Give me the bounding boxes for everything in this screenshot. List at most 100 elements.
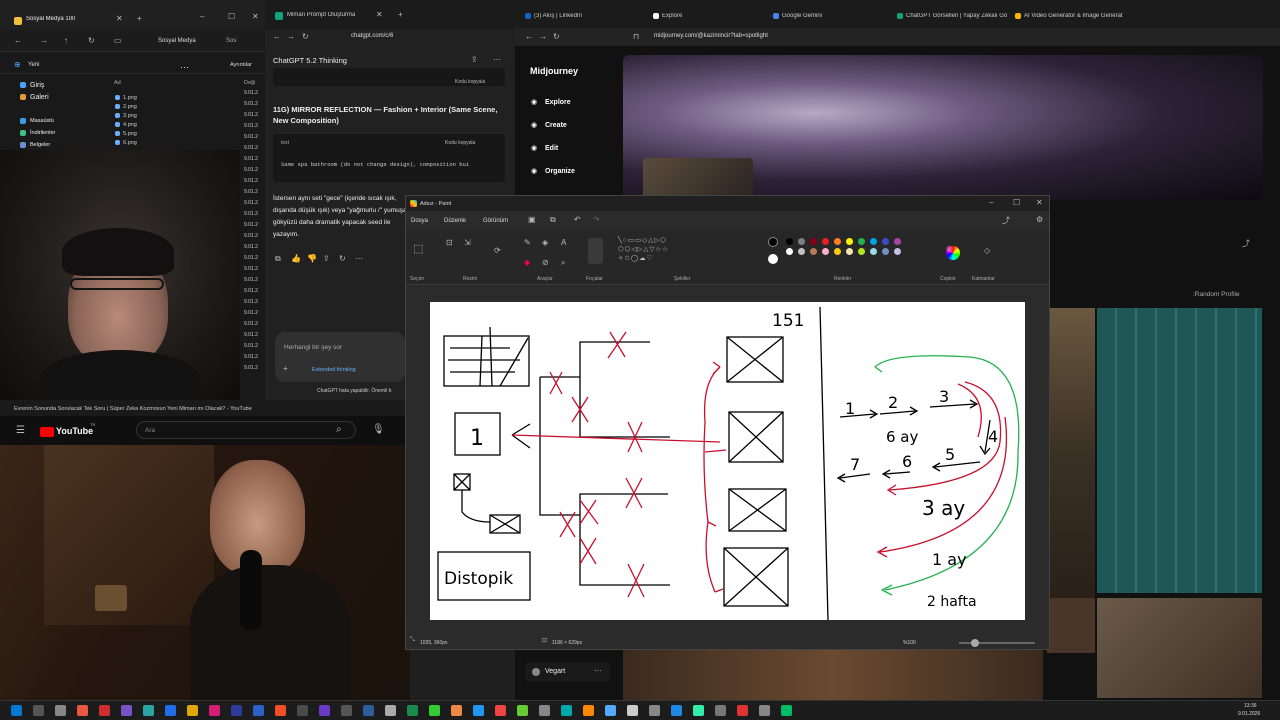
save-icon[interactable]: ▣: [528, 215, 536, 224]
taskbar-app-icon[interactable]: [231, 705, 242, 716]
back-icon[interactable]: ←: [14, 36, 22, 45]
forward-icon[interactable]: →: [539, 32, 547, 41]
color-swatch[interactable]: [882, 248, 889, 255]
search-input[interactable]: Sos: [226, 38, 236, 44]
taskbar-app-icon[interactable]: [429, 705, 440, 716]
column-name-header[interactable]: Ad: [114, 80, 121, 86]
taskbar-app-icon[interactable]: [407, 705, 418, 716]
prompt-box[interactable]: [275, 332, 405, 382]
back-icon[interactable]: ←: [525, 32, 533, 41]
back-icon[interactable]: ←: [273, 32, 281, 41]
search-box[interactable]: [136, 421, 356, 439]
browser-tab[interactable]: (3) Akış | LinkedIn: [534, 13, 644, 27]
taskbar-app-icon[interactable]: [715, 705, 726, 716]
forward-icon[interactable]: →: [287, 32, 295, 41]
gallery-image-interior[interactable]: [623, 650, 1043, 700]
taskbar-app-icon[interactable]: [55, 705, 66, 716]
taskbar-app-icon[interactable]: [539, 705, 550, 716]
taskbar-app-icon[interactable]: [517, 705, 528, 716]
minimize-icon[interactable]: –: [200, 12, 204, 21]
redo-icon[interactable]: ↷: [593, 215, 600, 224]
magnifier-icon[interactable]: ⌕: [561, 258, 565, 268]
clock-date[interactable]: 9.01.2026: [1238, 711, 1260, 717]
color-swatch[interactable]: [786, 248, 793, 255]
minimize-icon[interactable]: –: [989, 198, 993, 207]
color-swatch[interactable]: [822, 238, 829, 245]
details-button[interactable]: Ayrıntılar: [230, 62, 252, 68]
crop-icon[interactable]: ⊡: [446, 238, 453, 247]
fill-icon[interactable]: ◈: [542, 238, 548, 247]
taskbar-app-icon[interactable]: [297, 705, 308, 716]
nav-item-gallery[interactable]: Galeri: [30, 94, 49, 101]
gallery-image-wood-ceiling[interactable]: [1047, 598, 1095, 653]
regenerate-icon[interactable]: ↻: [339, 254, 346, 263]
taskbar-app-icon[interactable]: [143, 705, 154, 716]
color-swatch[interactable]: [846, 248, 853, 255]
url-bar[interactable]: chatgpt.com/c/6: [351, 33, 393, 39]
thumbs-up-icon[interactable]: 👍: [291, 254, 301, 263]
secondary-color-swatch[interactable]: [768, 254, 778, 264]
share-icon[interactable]: ⤴: [1002, 215, 1010, 226]
maximize-icon[interactable]: ☐: [1013, 198, 1020, 207]
eraser-icon[interactable]: ◆: [524, 258, 530, 267]
color-swatch[interactable]: [834, 238, 841, 245]
menu-icon[interactable]: ☰: [16, 425, 25, 436]
close-window-icon[interactable]: ✕: [252, 12, 259, 21]
url-bar[interactable]: midjourney.com/@kazimincir?tab=spotlight: [654, 33, 768, 39]
gallery-image-arch[interactable]: [1047, 308, 1095, 598]
browser-tab[interactable]: ChatGPT Görselleri | Yapay Zekalı Gö: [906, 13, 1016, 27]
taskbar-app-icon[interactable]: [473, 705, 484, 716]
copy-code-button[interactable]: Kodu kopyala: [455, 79, 485, 85]
nav-item-edit[interactable]: Edit: [545, 145, 558, 152]
taskbar-app-icon[interactable]: [11, 705, 22, 716]
taskbar-app-icon[interactable]: [759, 705, 770, 716]
taskbar-app-icon[interactable]: [627, 705, 638, 716]
color-swatch[interactable]: [798, 248, 805, 255]
bookmark-icon[interactable]: ⊓: [633, 32, 639, 41]
taskbar-app-icon[interactable]: [341, 705, 352, 716]
new-button[interactable]: Yeni: [28, 62, 39, 68]
share-response-icon[interactable]: ⇪: [323, 254, 330, 263]
taskbar-app-icon[interactable]: [605, 705, 616, 716]
search-input[interactable]: Ara: [145, 427, 155, 434]
color-swatch[interactable]: [894, 238, 901, 245]
video-player[interactable]: [0, 445, 410, 700]
color-swatch[interactable]: [822, 248, 829, 255]
attach-icon[interactable]: +: [283, 364, 288, 373]
midjourney-logo[interactable]: Midjourney: [530, 66, 578, 76]
nav-item-explore[interactable]: Explore: [545, 99, 571, 106]
menu-view[interactable]: Görünüm: [483, 218, 508, 224]
chatgpt-tab-title[interactable]: Mimari Prompt Oluşturma: [287, 12, 355, 26]
up-icon[interactable]: ↑: [64, 36, 68, 45]
share-icon[interactable]: ⤴: [1242, 238, 1250, 249]
color-swatch[interactable]: [882, 238, 889, 245]
nav-item-create[interactable]: Create: [545, 122, 567, 129]
nav-item-organize[interactable]: Organize: [545, 168, 575, 175]
more-icon[interactable]: ⋯: [493, 55, 501, 64]
file-row[interactable]: 5.png: [123, 131, 137, 137]
close-tab-icon[interactable]: ✕: [116, 14, 123, 23]
selection-tool-icon[interactable]: ⬚: [413, 242, 423, 255]
browser-tab[interactable]: AI Video Generator & Image Generat: [1024, 13, 1134, 27]
thumbs-down-icon[interactable]: 👎: [307, 254, 317, 263]
brushes-button[interactable]: [588, 238, 603, 264]
text-tool-icon[interactable]: A: [561, 238, 566, 247]
shapes-gallery[interactable]: ╲○▭▭◇△▷⬡ ⬠⬡◁▷△▽☆☆ ✧✩◯☁♡: [618, 236, 698, 266]
taskbar-app-icon[interactable]: [187, 705, 198, 716]
taskbar-app-icon[interactable]: [451, 705, 462, 716]
prompt-input[interactable]: Herhangi bir şey sor: [284, 344, 342, 351]
gallery-image-window[interactable]: [1097, 598, 1262, 698]
close-tab-icon[interactable]: ✕: [376, 10, 383, 19]
undo-icon[interactable]: ↶: [574, 215, 581, 224]
taskbar-app-icon[interactable]: [363, 705, 374, 716]
clock-time[interactable]: 13:36: [1244, 703, 1257, 709]
taskbar-app-icon[interactable]: [209, 705, 220, 716]
browser-tab[interactable]: Explore: [662, 13, 772, 27]
color-swatch[interactable]: [870, 248, 877, 255]
close-window-icon[interactable]: ✕: [1036, 198, 1043, 207]
new-tab-icon[interactable]: +: [137, 14, 142, 23]
primary-color-swatch[interactable]: [768, 237, 778, 247]
user-menu-icon[interactable]: ⋯: [594, 666, 602, 675]
drawing-canvas[interactable]: 151 1 Distopik 1 2 3 4 5 6 7 6 ay 3 ay 1…: [430, 302, 1025, 621]
more-actions-icon[interactable]: ⋯: [355, 254, 363, 263]
